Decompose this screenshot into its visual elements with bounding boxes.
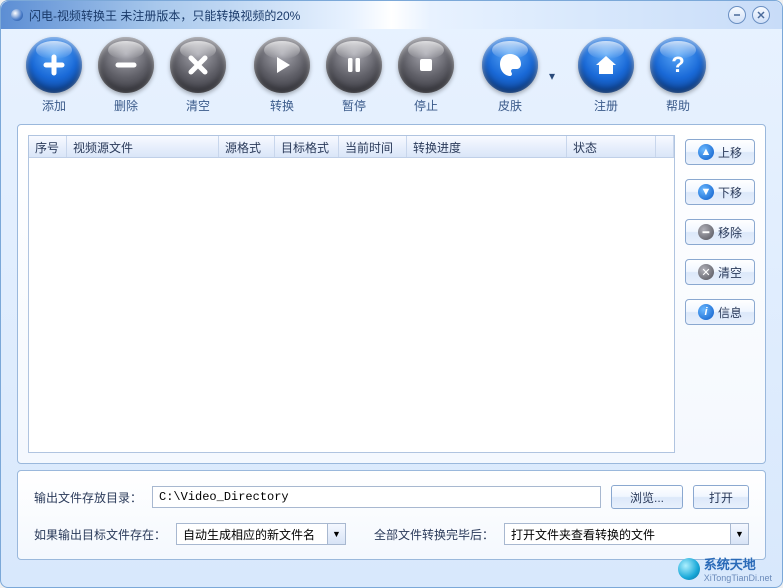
toolbar-item-delete: 删除 <box>91 37 161 114</box>
svg-text:?: ? <box>671 52 684 77</box>
options-row: 如果输出目标文件存在： 自动生成相应的新文件名 ▼ 全部文件转换完毕后： 打开文… <box>34 523 749 545</box>
pause-icon <box>343 54 365 76</box>
remove-button[interactable]: ━ 移除 <box>685 219 755 245</box>
info-label: 信息 <box>718 304 742 321</box>
minimize-icon <box>733 11 741 19</box>
stop-label: 停止 <box>414 97 438 114</box>
pause-button[interactable] <box>326 37 382 93</box>
after-value: 打开文件夹查看转换的文件 <box>505 526 730 543</box>
watermark-text: 系统天地 <box>704 554 772 573</box>
watermark-sub: XiTongTianDi.net <box>704 573 772 583</box>
toolbar-item-pause: 暂停 <box>319 37 389 114</box>
browse-button[interactable]: 浏览... <box>611 485 683 509</box>
plus-icon <box>41 52 67 78</box>
move-up-label: 上移 <box>718 144 742 161</box>
col-time[interactable]: 当前时间 <box>339 136 407 157</box>
col-spacer <box>656 136 674 157</box>
close-button[interactable] <box>752 6 770 24</box>
delete-button[interactable] <box>98 37 154 93</box>
clear-button[interactable] <box>170 37 226 93</box>
info-icon: i <box>698 304 714 320</box>
toolbar-item-add: 添加 <box>19 37 89 114</box>
col-dst-fmt[interactable]: 目标格式 <box>275 136 339 157</box>
stop-icon <box>415 54 437 76</box>
convert-button[interactable] <box>254 37 310 93</box>
toolbar-item-convert: 转换 <box>247 37 317 114</box>
open-button[interactable]: 打开 <box>693 485 749 509</box>
move-up-button[interactable]: ▲ 上移 <box>685 139 755 165</box>
output-panel: 输出文件存放目录： 浏览... 打开 如果输出目标文件存在： 自动生成相应的新文… <box>17 470 766 560</box>
minus-icon <box>113 52 139 78</box>
col-src-fmt[interactable]: 源格式 <box>219 136 275 157</box>
add-button[interactable] <box>26 37 82 93</box>
delete-label: 删除 <box>114 97 138 114</box>
skin-dropdown-arrow[interactable]: ▾ <box>547 69 557 83</box>
toolbar-item-clear: 清空 <box>163 37 233 114</box>
titlebar[interactable]: 闪电-视频转换王 未注册版本，只能转换视频的20% <box>1 1 782 29</box>
skin-icon <box>495 50 525 80</box>
arrow-up-icon: ▲ <box>698 144 714 160</box>
col-source[interactable]: 视频源文件 <box>67 136 219 157</box>
register-label: 注册 <box>594 97 618 114</box>
convert-label: 转换 <box>270 97 294 114</box>
toolbar: 添加 删除 清空 转换 暂停 <box>1 29 782 118</box>
help-label: 帮助 <box>666 97 690 114</box>
toolbar-item-help: ? 帮助 <box>643 37 713 114</box>
exists-label: 如果输出目标文件存在： <box>34 526 166 543</box>
chevron-down-icon[interactable]: ▼ <box>327 524 345 544</box>
output-dir-label: 输出文件存放目录： <box>34 489 142 506</box>
main-content: 序号 视频源文件 源格式 目标格式 当前时间 转换进度 状态 ▲ 上移 ▼ 下移… <box>17 124 766 464</box>
exists-combo[interactable]: 自动生成相应的新文件名 ▼ <box>176 523 346 545</box>
side-clear-label: 清空 <box>718 264 742 281</box>
side-buttons: ▲ 上移 ▼ 下移 ━ 移除 ✕ 清空 i 信息 <box>685 135 755 453</box>
col-index[interactable]: 序号 <box>29 136 67 157</box>
file-table: 序号 视频源文件 源格式 目标格式 当前时间 转换进度 状态 <box>28 135 675 453</box>
side-clear-button[interactable]: ✕ 清空 <box>685 259 755 285</box>
stop-button[interactable] <box>398 37 454 93</box>
skin-button[interactable] <box>482 37 538 93</box>
move-down-button[interactable]: ▼ 下移 <box>685 179 755 205</box>
x-icon: ✕ <box>698 264 714 280</box>
question-icon: ? <box>665 52 691 78</box>
table-body[interactable] <box>29 158 674 452</box>
remove-label: 移除 <box>718 224 742 241</box>
skin-label: 皮肤 <box>498 97 522 114</box>
toolbar-item-stop: 停止 <box>391 37 461 114</box>
exists-value: 自动生成相应的新文件名 <box>177 526 327 543</box>
toolbar-item-skin: 皮肤 <box>475 37 545 114</box>
arrow-down-icon: ▼ <box>698 184 714 200</box>
after-combo[interactable]: 打开文件夹查看转换的文件 ▼ <box>504 523 749 545</box>
after-label: 全部文件转换完毕后： <box>374 526 494 543</box>
close-icon <box>757 11 765 19</box>
chevron-down-icon[interactable]: ▼ <box>730 524 748 544</box>
home-icon <box>593 52 619 78</box>
register-button[interactable] <box>578 37 634 93</box>
pause-label: 暂停 <box>342 97 366 114</box>
table-header: 序号 视频源文件 源格式 目标格式 当前时间 转换进度 状态 <box>29 136 674 158</box>
info-button[interactable]: i 信息 <box>685 299 755 325</box>
x-icon <box>187 54 209 76</box>
app-window: 闪电-视频转换王 未注册版本，只能转换视频的20% 添加 删除 <box>0 0 783 588</box>
app-icon <box>11 9 23 21</box>
minus-icon: ━ <box>698 224 714 240</box>
window-controls <box>728 6 770 24</box>
watermark: 系统天地 XiTongTianDi.net <box>678 554 772 583</box>
output-dir-input[interactable] <box>152 486 601 508</box>
move-down-label: 下移 <box>718 184 742 201</box>
globe-icon <box>678 558 700 580</box>
help-button[interactable]: ? <box>650 37 706 93</box>
col-status[interactable]: 状态 <box>567 136 656 157</box>
output-row: 输出文件存放目录： 浏览... 打开 <box>34 485 749 509</box>
clear-label: 清空 <box>186 97 210 114</box>
window-title: 闪电-视频转换王 未注册版本，只能转换视频的20% <box>29 7 300 24</box>
play-icon <box>270 53 294 77</box>
add-label: 添加 <box>42 97 66 114</box>
toolbar-item-register: 注册 <box>571 37 641 114</box>
col-progress[interactable]: 转换进度 <box>407 136 567 157</box>
minimize-button[interactable] <box>728 6 746 24</box>
